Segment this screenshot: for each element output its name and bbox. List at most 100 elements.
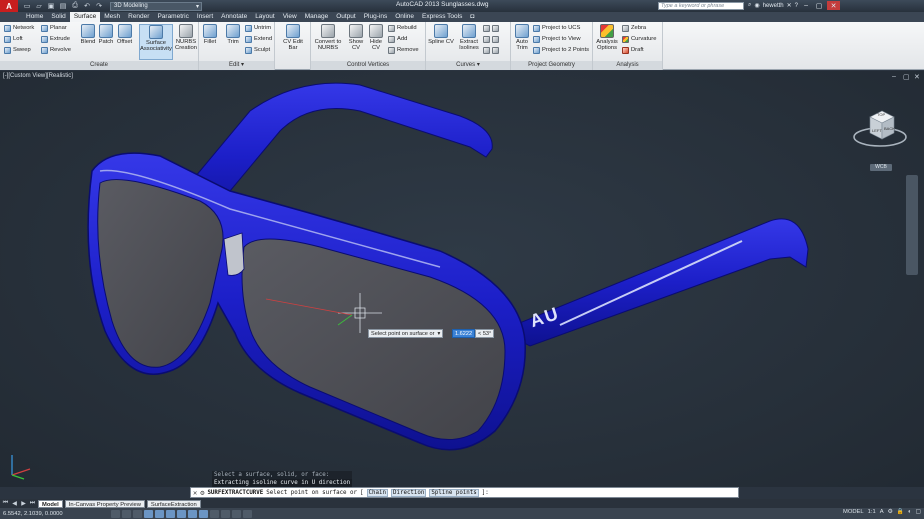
wcs-menu[interactable]: WCB (870, 164, 892, 171)
option-direction[interactable]: Direction (390, 488, 427, 497)
extend-button[interactable]: Extend (245, 35, 272, 43)
redo-icon[interactable]: ↷ (94, 2, 104, 11)
curvature-button[interactable]: Curvature (622, 35, 656, 43)
minimize-button[interactable]: – (801, 1, 811, 10)
open-icon[interactable]: ▱ (34, 2, 44, 11)
transparency-icon[interactable] (221, 509, 230, 518)
selection-cycling-icon[interactable] (243, 509, 252, 518)
sunglasses-model[interactable] (0, 71, 924, 487)
layout-tab-in-canvas-property-preview[interactable]: In-Canvas Property Preview (64, 499, 145, 508)
draft-button[interactable]: Draft (622, 46, 644, 54)
workspace-switch-icon[interactable]: ⚙ (888, 509, 893, 515)
object-tracking-icon[interactable] (177, 509, 186, 518)
sculpt-button[interactable]: Sculpt (245, 46, 270, 54)
dynamic-input-icon[interactable] (199, 509, 208, 518)
tab-render[interactable]: Render (124, 12, 153, 22)
close-button[interactable]: ✕ (827, 1, 841, 10)
tab-plug-ins[interactable]: Plug-ins (360, 12, 391, 22)
cv-edit-bar-button[interactable]: CV Edit Bar (278, 24, 308, 51)
dynamic-ucs-icon[interactable] (188, 509, 197, 518)
annotation-scale-button[interactable]: 1:1 (868, 509, 876, 515)
extract-isolines-button[interactable]: Extract Isolines (457, 24, 481, 51)
close-icon[interactable]: ✕ (193, 489, 197, 497)
analysis-group-title[interactable]: Analysis (593, 61, 662, 70)
trim-button[interactable]: Trim (223, 24, 243, 45)
application-menu-button[interactable]: A (0, 0, 18, 12)
model-space-button[interactable]: MODEL (843, 509, 864, 515)
fillet-button[interactable]: Fillet (201, 24, 219, 45)
tab-home[interactable]: Home (22, 12, 47, 22)
network-button[interactable]: Network (4, 24, 34, 32)
tab-mesh[interactable]: Mesh (100, 12, 124, 22)
patch-button[interactable]: Patch (97, 24, 115, 45)
dynamic-options-icon[interactable]: ▾ (437, 331, 440, 337)
viewcube[interactable] (852, 101, 908, 151)
tab-manage[interactable]: Manage (301, 12, 333, 22)
revolve-button[interactable]: Revolve (41, 46, 71, 54)
create-group-title[interactable]: Create (0, 61, 198, 70)
3d-osnap-icon[interactable] (166, 509, 175, 518)
project-to-ucs-button[interactable]: Project to UCS (533, 24, 580, 32)
polar-tracking-icon[interactable] (144, 509, 153, 518)
hide-cv-button[interactable]: Hide CV (367, 24, 385, 51)
tab-view[interactable]: View (279, 12, 301, 22)
add-cv-button[interactable]: Add (388, 35, 407, 43)
curve-tool-3[interactable] (483, 46, 499, 54)
rebuild-button[interactable]: Rebuild (388, 24, 417, 32)
tab-online[interactable]: Online (391, 12, 418, 22)
offset-button[interactable]: Offset (115, 24, 134, 45)
curve-tool-1[interactable] (483, 24, 499, 32)
control-vertices-group-title[interactable]: Control Vertices (311, 61, 425, 70)
curves-group-title[interactable]: Curves ▾ (426, 61, 510, 70)
tab-surface[interactable]: Surface (69, 12, 101, 22)
snap-mode-icon[interactable] (111, 509, 120, 518)
remove-cv-button[interactable]: Remove (388, 46, 419, 54)
project-geometry-group-title[interactable]: Project Geometry (511, 61, 592, 70)
edit-group-title[interactable]: Edit ▾ (199, 61, 274, 70)
project-to-view-button[interactable]: Project to View (533, 35, 581, 43)
tab-insert[interactable]: Insert (193, 12, 217, 22)
drawing-viewport[interactable]: [-][Custom View][Realistic] – ▢ ✕ AU TOP… (0, 71, 924, 487)
option-chain[interactable]: Chain (366, 488, 388, 497)
osnap-icon[interactable] (155, 509, 164, 518)
isolate-objects-icon[interactable]: ◐ (908, 509, 912, 515)
command-line[interactable]: ✕ ⚙ SURFEXTRACTCURVE Select point on sur… (190, 487, 739, 498)
dynamic-input-value[interactable]: 1.6222 (452, 329, 476, 338)
tab-annotate[interactable]: Annotate (217, 12, 251, 22)
wrench-icon[interactable]: ⚙ (200, 489, 204, 497)
quick-properties-icon[interactable] (232, 509, 241, 518)
untrim-button[interactable]: Untrim (245, 24, 271, 32)
extrude-button[interactable]: Extrude (41, 35, 70, 43)
lock-icon[interactable]: 🔒 (897, 509, 904, 515)
help-icon[interactable]: ? (795, 3, 798, 9)
layout-tab-model[interactable]: Model (38, 499, 63, 508)
tab-layout[interactable]: Layout (251, 12, 279, 22)
annotation-visibility-button[interactable]: A (880, 509, 884, 515)
viewcube-top-label[interactable]: TOP (877, 112, 885, 117)
navigation-bar[interactable] (906, 175, 918, 275)
grid-icon[interactable] (122, 509, 131, 518)
loft-button[interactable]: Loft (4, 35, 23, 43)
search-input[interactable]: Type a keyword or phrase (658, 2, 744, 10)
tab-solid[interactable]: Solid (47, 12, 69, 22)
viewcube-back-label[interactable]: BACK (884, 126, 895, 131)
search-icon[interactable]: ⌕ (748, 2, 751, 9)
option-spline-points[interactable]: Spline points (429, 488, 479, 497)
curve-tool-2[interactable] (483, 35, 499, 43)
ribbon-minimize-icon[interactable]: ◘ (466, 12, 478, 22)
sweep-button[interactable]: Sweep (4, 46, 31, 54)
new-icon[interactable]: ▭ (22, 2, 32, 11)
next-tab-icon[interactable]: ▶ (20, 500, 27, 507)
prev-tab-icon[interactable]: ◀ (11, 500, 18, 507)
analysis-options-button[interactable]: Analysis Options (594, 24, 620, 51)
tab-express-tools[interactable]: Express Tools (418, 12, 466, 22)
first-tab-icon[interactable]: ⏮ (2, 500, 9, 507)
convert-to-nurbs-button[interactable]: Convert to NURBS (313, 24, 343, 51)
auto-trim-button[interactable]: Auto Trim (513, 24, 531, 51)
ortho-icon[interactable] (133, 509, 142, 518)
maximize-button[interactable]: ▢ (814, 1, 824, 10)
workspace-select[interactable]: 3D Modeling ▾ (110, 1, 202, 11)
print-icon[interactable]: ⎙ (70, 2, 80, 11)
saveas-icon[interactable]: ▤ (58, 2, 68, 11)
surface-associativity-button[interactable]: Surface Associativity (139, 24, 173, 60)
